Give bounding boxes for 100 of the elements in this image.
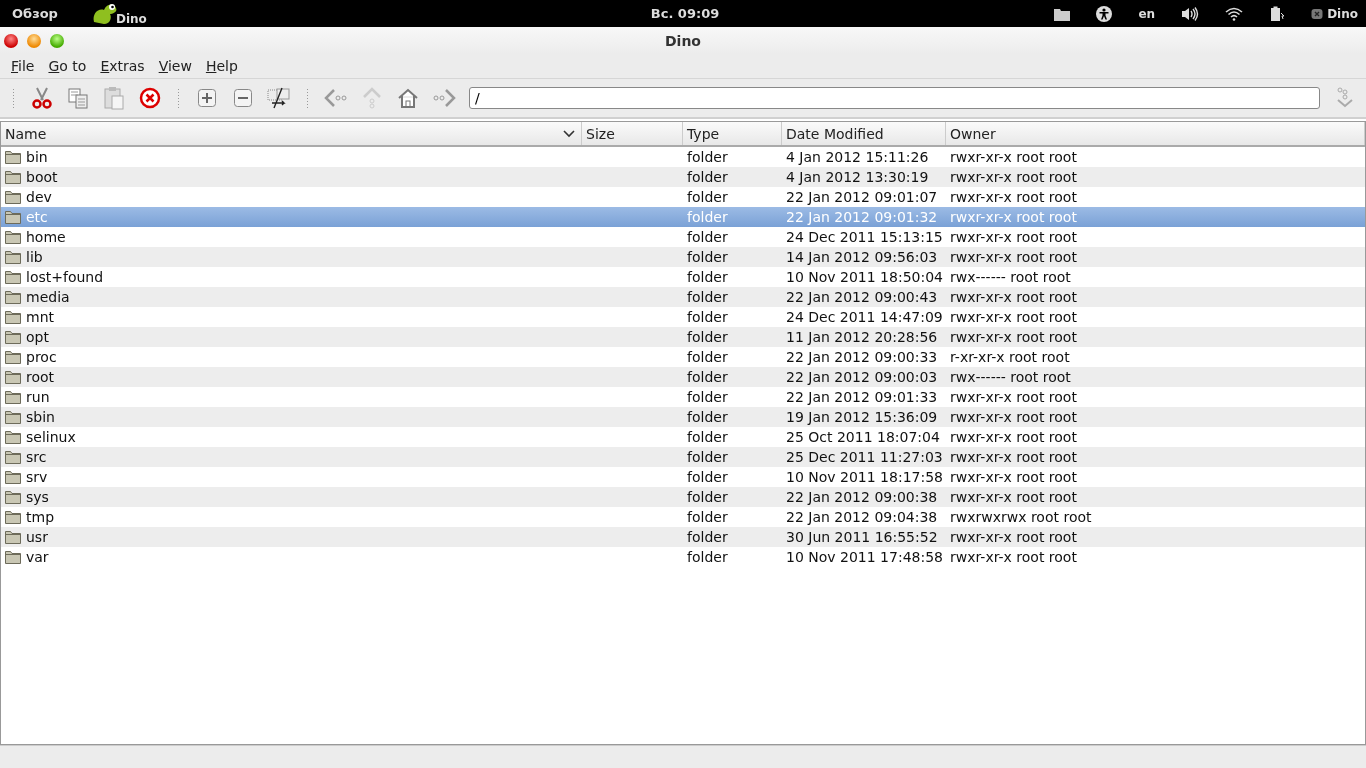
file-row[interactable]: usr folder 30 Jun 2011 16:55:52 rwxr-xr-x root root bbox=[1, 527, 1365, 547]
folder-icon bbox=[5, 330, 21, 344]
menu-item[interactable]: Go to bbox=[41, 58, 94, 74]
folder-icon bbox=[5, 410, 21, 424]
file-name: var bbox=[26, 549, 49, 565]
battery-icon[interactable] bbox=[1269, 5, 1286, 22]
file-owner: rwxr-xr-x root root bbox=[950, 169, 1077, 185]
file-type: folder bbox=[687, 309, 728, 325]
file-name: usr bbox=[26, 529, 48, 545]
file-name: dev bbox=[26, 189, 52, 205]
date-modified: 24 Dec 2011 14:47:09 bbox=[786, 309, 943, 325]
file-row[interactable]: tmp folder 22 Jan 2012 09:04:38 rwxrwxrwx root root bbox=[1, 507, 1365, 527]
file-row[interactable]: lost+found folder 10 Nov 2011 18:50:04 rwx------ root root bbox=[1, 267, 1365, 287]
folder-icon bbox=[5, 230, 21, 244]
file-name: run bbox=[26, 389, 50, 405]
column-header[interactable]: Type bbox=[683, 122, 782, 145]
file-name: srv bbox=[26, 469, 48, 485]
folder-icon bbox=[5, 150, 21, 164]
clock[interactable]: Вс. 09:09 bbox=[650, 6, 720, 21]
accessibility-icon[interactable] bbox=[1096, 5, 1113, 22]
date-modified: 14 Jan 2012 09:56:03 bbox=[786, 249, 938, 265]
file-row[interactable]: src folder 25 Dec 2011 11:27:03 rwxr-xr-x root root bbox=[1, 447, 1365, 467]
file-owner: rwxr-xr-x root root bbox=[950, 449, 1077, 465]
menu-item[interactable]: File bbox=[4, 58, 42, 74]
date-modified: 11 Jan 2012 20:28:56 bbox=[786, 329, 938, 345]
column-header[interactable]: Name bbox=[1, 122, 582, 145]
folder-icon bbox=[5, 250, 21, 264]
file-name: lib bbox=[26, 249, 43, 265]
file-owner: rwxr-xr-x root root bbox=[950, 409, 1077, 425]
location-field[interactable]: / bbox=[469, 87, 1320, 109]
file-row[interactable]: run folder 22 Jan 2012 09:01:33 rwxr-xr-x root root bbox=[1, 387, 1365, 407]
date-modified: 4 Jan 2012 15:11:26 bbox=[786, 149, 929, 165]
file-row[interactable]: dev folder 22 Jan 2012 09:01:07 rwxr-xr-x root root bbox=[1, 187, 1365, 207]
file-row[interactable]: opt folder 11 Jan 2012 20:28:56 rwxr-xr-x root root bbox=[1, 327, 1365, 347]
date-modified: 10 Nov 2011 18:50:04 bbox=[786, 269, 943, 285]
date-modified: 22 Jan 2012 09:01:33 bbox=[786, 389, 938, 405]
date-modified: 22 Jan 2012 09:04:38 bbox=[786, 509, 938, 525]
keyboard-layout-indicator[interactable]: en bbox=[1138, 6, 1156, 21]
file-name: root bbox=[26, 369, 55, 385]
folder-icon bbox=[5, 210, 21, 224]
app-menu-button[interactable]: Dino bbox=[89, 1, 147, 26]
file-row[interactable]: lib folder 14 Jan 2012 09:56:03 rwxr-xr-x root root bbox=[1, 247, 1365, 267]
file-owner: rwxr-xr-x root root bbox=[950, 309, 1077, 325]
folder-icon bbox=[5, 170, 21, 184]
toolbar-grip[interactable] bbox=[177, 88, 180, 108]
file-name: proc bbox=[26, 349, 57, 365]
minimize-button[interactable] bbox=[27, 33, 41, 48]
activities-button[interactable]: Обзор bbox=[12, 6, 58, 21]
date-modified: 22 Jan 2012 09:01:32 bbox=[786, 209, 938, 225]
date-modified: 22 Jan 2012 09:00:38 bbox=[786, 489, 938, 505]
file-row[interactable]: sys folder 22 Jan 2012 09:00:38 rwxr-xr-x root root bbox=[1, 487, 1365, 507]
menu-item[interactable]: Extras bbox=[93, 58, 152, 74]
file-type: folder bbox=[687, 289, 728, 305]
toolbar-grip[interactable] bbox=[12, 88, 15, 108]
menu-item[interactable]: Help bbox=[198, 58, 245, 74]
file-row[interactable]: var folder 10 Nov 2011 17:48:58 rwxr-xr-x root root bbox=[1, 547, 1365, 567]
file-row[interactable]: proc folder 22 Jan 2012 09:00:33 r-xr-xr-x root root bbox=[1, 347, 1365, 367]
file-type: folder bbox=[687, 329, 728, 345]
down-arrow-icon bbox=[1335, 87, 1355, 109]
date-modified: 19 Jan 2012 15:36:09 bbox=[786, 409, 938, 425]
folder-icon bbox=[5, 550, 21, 564]
wifi-icon[interactable] bbox=[1225, 6, 1244, 21]
folder-icon[interactable] bbox=[1054, 6, 1071, 21]
menu-item[interactable]: View bbox=[151, 58, 199, 74]
file-row[interactable]: root folder 22 Jan 2012 09:00:03 rwx------ root root bbox=[1, 367, 1365, 387]
file-row[interactable]: mnt folder 24 Dec 2011 14:47:09 rwxr-xr-x root root bbox=[1, 307, 1365, 327]
column-header[interactable]: Owner bbox=[946, 122, 1365, 145]
file-row[interactable]: sbin folder 19 Jan 2012 15:36:09 rwxr-xr-x root root bbox=[1, 407, 1365, 427]
folder-icon bbox=[5, 310, 21, 324]
folder-icon bbox=[5, 530, 21, 544]
file-row[interactable]: media folder 22 Jan 2012 09:00:43 rwxr-xr-x root root bbox=[1, 287, 1365, 307]
file-owner: rwxr-xr-x root root bbox=[950, 249, 1077, 265]
column-header[interactable]: Size bbox=[582, 122, 683, 145]
toolbar-grip[interactable] bbox=[306, 88, 309, 108]
file-owner: rwx------ root root bbox=[950, 369, 1071, 385]
file-owner: r-xr-xr-x root root bbox=[950, 349, 1070, 365]
close-button[interactable] bbox=[4, 33, 18, 48]
file-type: folder bbox=[687, 409, 728, 425]
date-modified: 22 Jan 2012 09:00:03 bbox=[786, 369, 938, 385]
folder-icon bbox=[5, 430, 21, 444]
file-name: selinux bbox=[26, 429, 76, 445]
maximize-button[interactable] bbox=[50, 33, 64, 48]
file-owner: rwxr-xr-x root root bbox=[950, 289, 1077, 305]
file-row[interactable]: bin folder 4 Jan 2012 15:11:26 rwxr-xr-x root root bbox=[1, 147, 1365, 167]
plus-icon bbox=[197, 88, 217, 108]
volume-icon[interactable] bbox=[1181, 6, 1200, 21]
user-menu-button[interactable]: Dino bbox=[1311, 6, 1358, 21]
file-type: folder bbox=[687, 389, 728, 405]
file-row[interactable]: selinux folder 25 Oct 2011 18:07:04 rwxr-xr-x root root bbox=[1, 427, 1365, 447]
column-header[interactable]: Date Modified bbox=[782, 122, 946, 145]
file-type: folder bbox=[687, 469, 728, 485]
minus-icon bbox=[233, 88, 253, 108]
file-row[interactable]: home folder 24 Dec 2011 15:13:15 rwxr-xr-x root root bbox=[1, 227, 1365, 247]
file-name: sbin bbox=[26, 409, 55, 425]
date-modified: 24 Dec 2011 15:13:15 bbox=[786, 229, 943, 245]
folder-icon bbox=[5, 470, 21, 484]
file-row[interactable]: srv folder 10 Nov 2011 18:17:58 rwxr-xr-x root root bbox=[1, 467, 1365, 487]
file-row[interactable]: boot folder 4 Jan 2012 13:30:19 rwxr-xr-x root root bbox=[1, 167, 1365, 187]
file-owner: rwxr-xr-x root root bbox=[950, 209, 1077, 225]
file-name: sys bbox=[26, 489, 49, 505]
